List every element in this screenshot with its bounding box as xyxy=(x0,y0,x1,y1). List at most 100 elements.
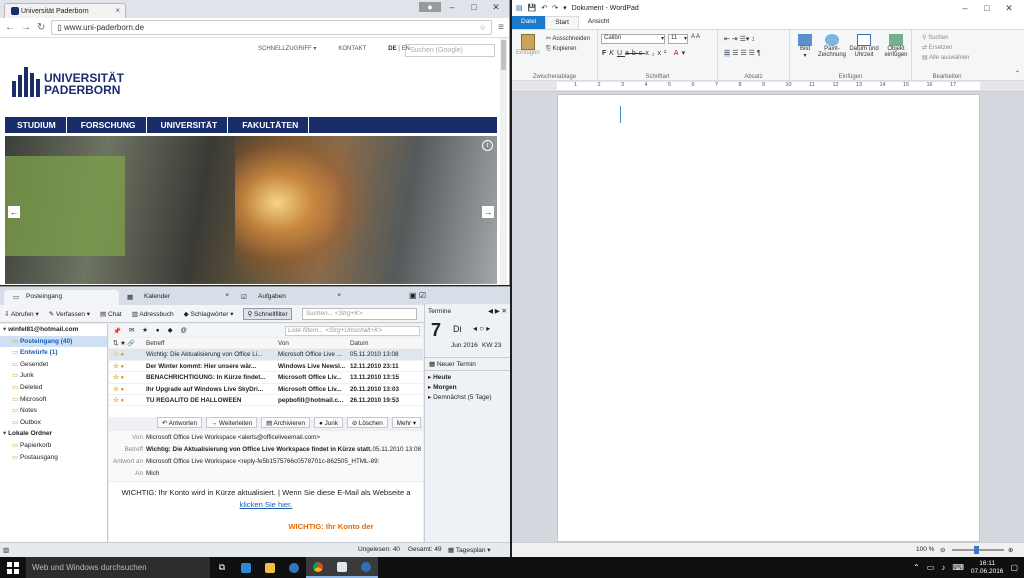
today-section-soon[interactable]: ▸ Demnächst (5 Tage) xyxy=(428,393,507,403)
today-section-heute[interactable]: ▸ Heute xyxy=(428,373,507,383)
collapse-ribbon-icon[interactable]: ⌃ xyxy=(1015,70,1020,77)
store-icon[interactable] xyxy=(234,557,258,578)
thread-col-icons[interactable]: ⇅ ★ 🔗 xyxy=(109,338,146,348)
start-button[interactable] xyxy=(0,557,26,578)
activity-icon[interactable]: ▥ xyxy=(3,546,9,554)
col-subject[interactable]: Betreff xyxy=(146,338,278,348)
get-mail-button[interactable]: ⇩ Abrufen ▾ xyxy=(4,310,39,318)
font-size-select[interactable]: 11 ▾ xyxy=(668,34,688,44)
folder-item[interactable]: ▾ winfel81@hotmail.com xyxy=(0,324,107,336)
replace-button[interactable]: ⇄ Ersetzen xyxy=(922,44,952,51)
folder-item[interactable]: ▭ Papierkorb xyxy=(0,440,107,452)
folder-item[interactable]: ▭ Postausgang xyxy=(0,452,107,464)
quick-access-link[interactable]: SCHNELLZUGRIFF ▾ xyxy=(258,45,316,52)
col-from[interactable]: Von xyxy=(278,338,350,348)
today-nav-icons[interactable]: ◀ ▶ ✕ xyxy=(488,307,507,315)
folder-item[interactable]: ▭ Outbox xyxy=(0,417,107,429)
edge-icon[interactable] xyxy=(282,557,306,578)
grow-shrink-font-icons[interactable]: A A xyxy=(691,34,700,40)
star-filter-icon[interactable]: ★ xyxy=(142,327,148,334)
indent-list-icons[interactable]: ⇤ ⇥ ☰▾ ↕ xyxy=(724,35,755,43)
today-section-morgen[interactable]: ▸ Morgen xyxy=(428,383,507,393)
col-date[interactable]: Datum xyxy=(350,338,423,348)
zoom-in-icon[interactable]: ⊕ xyxy=(1008,546,1013,554)
clock[interactable]: 16:11 07.06.2016 xyxy=(971,560,1004,576)
insert-picture-button[interactable]: Bild ▾ xyxy=(794,34,816,59)
site-logo-text[interactable]: UNIVERSITÄT PADERBORN xyxy=(44,72,124,96)
folder-item[interactable]: ▭ Gesendet xyxy=(0,359,107,371)
from-value[interactable]: Microsoft Office Live Workspace <alerts@… xyxy=(146,434,320,441)
message-row[interactable]: ☆ ● BENACHRICHTIGUNG: In Kürze findet... M… xyxy=(109,372,423,384)
align-icons[interactable]: ☰ ☰ ☰ ☰ ¶ xyxy=(724,49,761,57)
taskbar-search-input[interactable]: Web und Windows durchsuchen xyxy=(26,557,210,578)
message-row[interactable]: ☆ ● Der Winter kommt: Hier unsere wär... W… xyxy=(109,361,423,373)
nav-forschung[interactable]: FORSCHUNG xyxy=(71,117,147,133)
reload-icon[interactable]: ↻ xyxy=(37,22,45,33)
ruler[interactable]: 1 2 3 4 5 6 7 8 9 10 11 12 13 14 15 16 17 xyxy=(512,81,1024,92)
document-page[interactable] xyxy=(557,94,980,542)
tray-expand-icon[interactable]: ⌃ xyxy=(913,563,920,572)
action-antworten-button[interactable]: ↶ Antworten xyxy=(156,417,202,428)
folder-item[interactable]: ▭ Entwürfe (1) xyxy=(0,347,107,359)
insert-object-button[interactable]: Objekt einfügen xyxy=(882,34,910,58)
folder-item[interactable]: ▭ Deleted xyxy=(0,382,107,394)
filter-list-input[interactable]: Liste filtern... <Strg+Umschalt+K> xyxy=(284,325,420,336)
zoom-slider-thumb[interactable] xyxy=(974,546,979,554)
close-icon[interactable]: ✕ xyxy=(485,2,507,13)
contact-link[interactable]: KONTAKT xyxy=(338,46,366,52)
action-löschen-button[interactable]: ⊘ Löschen xyxy=(346,417,388,428)
unread-filter-icon[interactable]: ✉ xyxy=(129,327,134,334)
tb-help-icons[interactable]: ▣ ☑ xyxy=(409,291,426,300)
minimize-icon[interactable]: – xyxy=(954,3,976,13)
tab-datei[interactable]: Datei xyxy=(512,16,546,29)
browser-tab[interactable]: Universität Paderborn × xyxy=(4,3,126,18)
university-logo-icon[interactable] xyxy=(12,63,40,97)
wordpad-taskbar-icon[interactable] xyxy=(330,557,354,578)
to-value[interactable]: Mich xyxy=(146,470,159,477)
menu-icon[interactable]: ≡ xyxy=(498,22,504,33)
cut-button[interactable]: ✂ Ausschneiden xyxy=(546,35,590,42)
next-slide-icon[interactable]: → xyxy=(482,206,494,218)
profile-icon[interactable]: ● xyxy=(419,2,441,12)
global-search-input[interactable]: Suchen... <Strg+K> xyxy=(301,307,417,320)
close-tab-icon[interactable]: × xyxy=(337,292,341,299)
insert-datetime-button[interactable]: Datum und Uhrzeit xyxy=(848,34,880,58)
zoom-slider[interactable] xyxy=(952,546,1004,554)
action-archivieren-button[interactable]: ▤ Archivieren xyxy=(261,417,310,428)
tags-button[interactable]: ◆ Schlagwörter ▾ xyxy=(184,310,234,318)
tab-aufgaben[interactable]: ☑ Aufgaben × xyxy=(236,290,346,305)
font-style-buttons[interactable]: FKUabcx₂x² A▾ xyxy=(602,49,688,57)
redo-icon[interactable]: ↷ xyxy=(552,4,558,12)
action-mehr-button[interactable]: Mehr ▾ xyxy=(391,417,421,428)
thunderbird-taskbar-icon[interactable] xyxy=(354,557,378,578)
pin-icon[interactable]: 📌 xyxy=(113,327,121,335)
contact-filter-icon[interactable]: ● xyxy=(156,327,160,334)
folder-item[interactable]: ▭ Posteingang (40) xyxy=(0,335,107,348)
zoom-out-icon[interactable]: ⊖ xyxy=(940,546,945,554)
folder-item[interactable]: ▭ Microsoft xyxy=(0,394,107,406)
prev-slide-icon[interactable]: ← xyxy=(8,206,20,218)
message-row[interactable]: ☆ ● Wichtig: Die Aktualisierung von Offic… xyxy=(109,349,423,361)
chat-button[interactable]: ▤ Chat xyxy=(100,310,122,318)
task-view-icon[interactable]: ⧉ xyxy=(210,557,234,578)
message-row[interactable]: ☆ ● TU REGALITO DE HALLOWEEN pepbofill@hot… xyxy=(109,395,423,407)
forward-icon[interactable]: → xyxy=(21,22,31,33)
copy-button[interactable]: ⎘ Kopieren xyxy=(546,46,577,53)
notifications-icon[interactable]: ▢ xyxy=(1010,563,1018,572)
folder-item[interactable]: ▾ Lokale Ordner xyxy=(0,428,107,440)
keyboard-icon[interactable]: ⌨ xyxy=(952,563,964,572)
save-icon[interactable]: 💾 xyxy=(528,4,537,12)
insert-paint-button[interactable]: Paint-Zeichnung xyxy=(818,34,846,58)
tab-kalender[interactable]: ▦ Kalender × xyxy=(122,290,234,305)
chrome-taskbar-icon[interactable] xyxy=(306,557,330,578)
minimize-icon[interactable]: – xyxy=(441,2,463,12)
paste-button[interactable]: Einfügen xyxy=(516,34,540,56)
new-event-button[interactable]: ▦ Neuer Termin xyxy=(425,358,510,371)
explorer-icon[interactable] xyxy=(258,557,282,578)
maximize-icon[interactable]: □ xyxy=(976,3,998,13)
site-search-input[interactable]: Suchen (Google) xyxy=(405,44,495,57)
customize-icon[interactable]: ▾ xyxy=(563,4,567,12)
address-book-button[interactable]: ▥ Adressbuch xyxy=(132,310,174,318)
tab-ansicht[interactable]: Ansicht xyxy=(579,16,618,29)
reply-to-value[interactable]: Microsoft Office Live Workspace <reply-f… xyxy=(146,458,379,465)
